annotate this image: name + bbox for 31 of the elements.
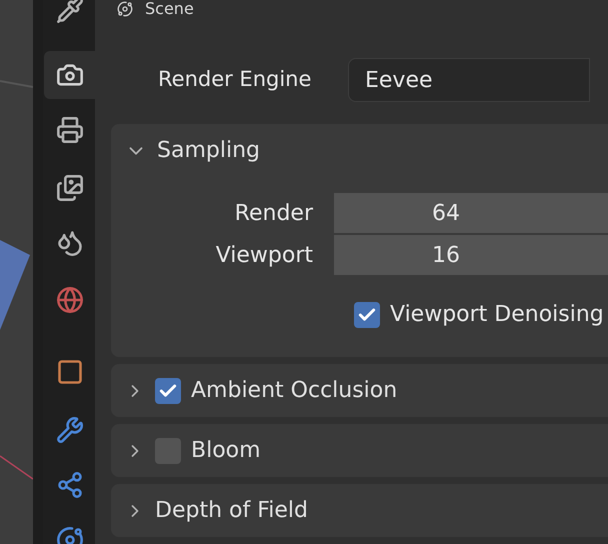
panel-title: Sampling — [157, 137, 260, 165]
images-icon — [56, 174, 84, 202]
panel-title: Bloom — [191, 437, 261, 465]
panel-header[interactable]: Bloom — [111, 424, 608, 477]
properties-tab[interactable] — [44, 51, 95, 99]
dropdown-field[interactable]: Eevee — [348, 58, 590, 102]
field-label: Render Engine — [157, 66, 312, 94]
option-label: Viewport Denoising — [390, 301, 604, 329]
square-icon — [56, 358, 84, 386]
panel-header[interactable]: Depth of Field — [111, 484, 608, 537]
panel-header[interactable]: Sampling — [111, 124, 608, 177]
number-field[interactable]: 16 — [334, 235, 608, 275]
scene-icon — [117, 1, 133, 17]
globe-icon — [56, 286, 84, 314]
droplets-icon — [56, 229, 84, 257]
panel-title: Depth of Field — [155, 497, 308, 525]
field-label: Viewport — [214, 242, 314, 270]
checkbox[interactable] — [155, 438, 181, 464]
wrench-icon — [56, 416, 84, 444]
printer-icon — [56, 116, 84, 144]
grid-line — [0, 80, 33, 88]
panel-header[interactable]: Ambient Occlusion — [111, 364, 608, 417]
checkbox[interactable] — [155, 378, 181, 404]
header-title: Scene — [145, 1, 194, 17]
axis-line — [0, 455, 33, 480]
checkbox[interactable] — [354, 302, 380, 328]
nodes-icon — [56, 471, 84, 499]
field-label: Render — [234, 200, 314, 228]
tool-icon — [56, 0, 84, 24]
number-field[interactable]: 64 — [334, 193, 608, 233]
panel-title: Ambient Occlusion — [191, 377, 398, 405]
